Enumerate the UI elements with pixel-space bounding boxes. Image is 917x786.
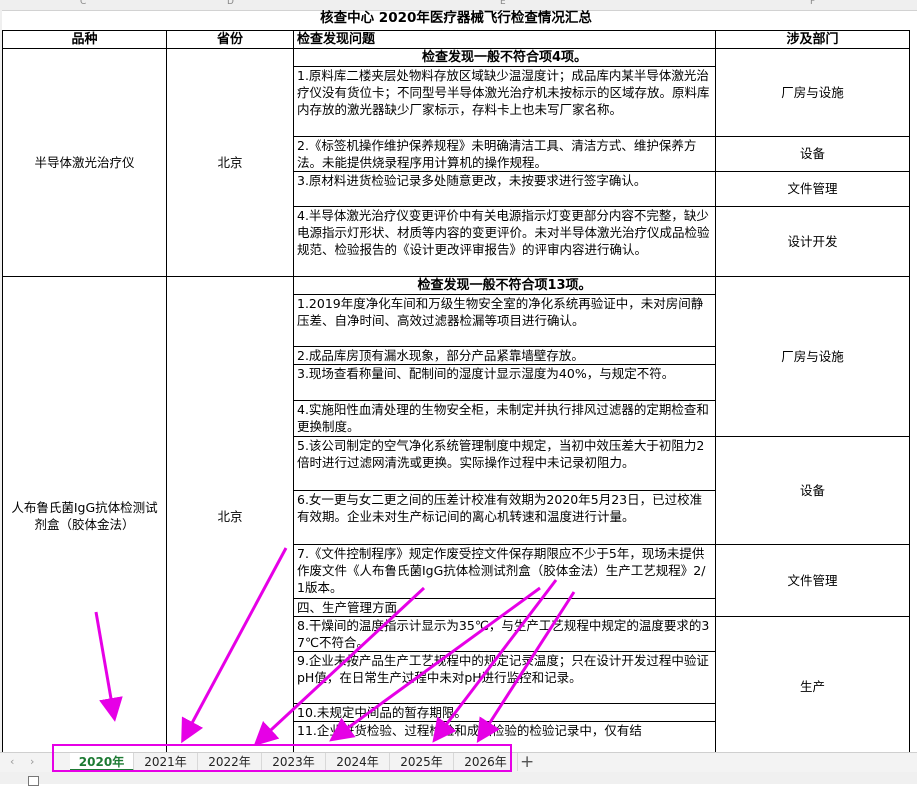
sheet-view-icon[interactable] [28, 776, 39, 786]
column-header-c[interactable]: C [80, 0, 86, 7]
department-cell[interactable]: 厂房与设施 [715, 47, 910, 137]
issue-cell[interactable]: 4.实施阳性血清处理的生物安全柜，未制定并执行排风过滤器的定期检查和更换制度。 [293, 399, 716, 437]
province-cell[interactable]: 北京 [166, 47, 294, 277]
issue-cell[interactable]: 9.企业未按产品生产工艺规程中的规定记录温度；只在设计开发过程中验证pH值，在日… [293, 650, 716, 704]
header-issues[interactable]: 检查发现问题 [293, 29, 716, 49]
department-cell[interactable]: 设备 [715, 135, 910, 172]
issue-cell[interactable]: 4.半导体激光治疗仪变更评价中有关电源指示灯变更部分内容不完整，缺少电源指示灯形… [293, 205, 716, 277]
department-cell[interactable]: 文件管理 [715, 543, 910, 617]
header-province[interactable]: 省份 [166, 29, 294, 49]
inspection-summary-table: 核查中心 2020年医疗器械飞行检查情况汇总 品种 省份 检查发现问题 涉及部门… [2, 10, 910, 752]
issue-cell[interactable]: 1.2019年度净化车间和万级生物安全室的净化系统再验证中，未对房间静压差、自净… [293, 293, 716, 347]
department-cell[interactable]: 设计开发 [715, 205, 910, 277]
summary-cell[interactable]: 检查发现一般不符合项4项。 [293, 47, 716, 67]
province-cell[interactable]: 北京 [166, 275, 294, 752]
issue-cell[interactable]: 8.干燥间的温度指示计显示为35℃，与生产工艺规程中规定的温度要求的37℃不符合… [293, 615, 716, 652]
issue-cell[interactable]: 2.成品库房顶有漏水现象，部分产品紧靠墙壁存放。 [293, 345, 716, 365]
add-sheet-icon[interactable]: + [520, 752, 534, 772]
department-cell[interactable]: 生产 [715, 615, 910, 752]
header-department[interactable]: 涉及部门 [715, 29, 910, 49]
next-sheet-icon[interactable]: › [30, 755, 34, 768]
issue-cell[interactable]: 2.《标签机操作维护保养规程》未明确清洁工具、清洁方式、维护保养方法。未能提供烧… [293, 135, 716, 172]
department-cell[interactable]: 厂房与设施 [715, 275, 910, 437]
issue-cell[interactable]: 6.女一更与女二更之间的压差计校准有效期为2020年5月23日，已过校准有效期。… [293, 489, 716, 545]
previous-sheet-icon[interactable]: ‹ [10, 755, 14, 768]
column-header-d[interactable]: D [227, 0, 234, 7]
column-header-e[interactable]: E [500, 0, 506, 7]
header-variety[interactable]: 品种 [2, 29, 167, 49]
variety-cell[interactable]: 半导体激光治疗仪 [2, 47, 167, 277]
summary-cell[interactable]: 检查发现一般不符合项13项。 [293, 275, 716, 295]
issue-cell[interactable]: 1.原料库二楼夹层处物料存放区域缺少温湿度计；成品库内某半导体激光治疗仪没有货位… [293, 65, 716, 137]
status-bar [0, 772, 917, 786]
department-cell[interactable]: 文件管理 [715, 170, 910, 207]
issue-cell[interactable]: 3.原材料进货检验记录多处随意更改，未按要求进行签字确认。 [293, 170, 716, 207]
column-header-f[interactable]: F [810, 0, 815, 7]
issue-cell[interactable]: 7.《文件控制程序》规定作废受控文件保存期限应不少于5年，现场未提供作废文件《人… [293, 543, 716, 599]
table-title: 核查中心 2020年医疗器械飞行检查情况汇总 [2, 10, 910, 31]
issue-cell[interactable]: 10.未规定中间品的暂存期限。 [293, 702, 716, 722]
tabs-highlight-box [52, 744, 512, 772]
department-cell[interactable]: 设备 [715, 435, 910, 545]
issue-cell[interactable]: 5.该公司制定的空气净化系统管理制度中规定，当初中效压差大于初阻力2倍时进行过滤… [293, 435, 716, 491]
issue-cell[interactable]: 3.现场查看称量间、配制间的湿度计显示湿度为40%，与规定不符。 [293, 363, 716, 401]
variety-cell[interactable]: 人布鲁氏菌IgG抗体检测试剂盒（胶体金法） [2, 275, 167, 752]
issue-cell[interactable]: 四、生产管理方面 [293, 597, 716, 617]
worksheet-grid[interactable]: 核查中心 2020年医疗器械飞行检查情况汇总 品种 省份 检查发现问题 涉及部门… [0, 10, 917, 752]
